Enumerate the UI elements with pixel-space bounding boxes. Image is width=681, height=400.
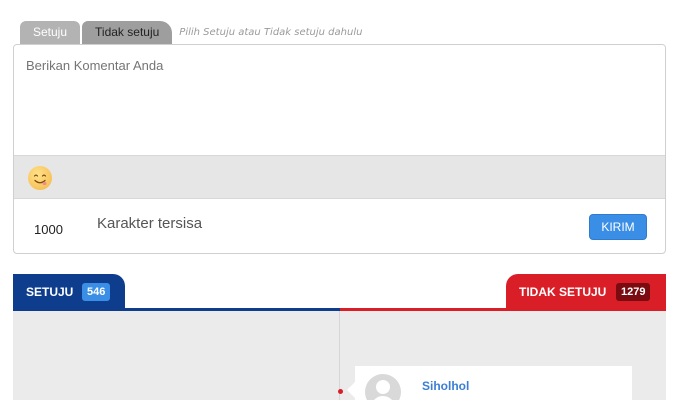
vote-tabs: SETUJU 546 TIDAK SETUJU 1279 xyxy=(13,274,666,311)
avatar-head xyxy=(376,380,390,394)
disagree-tab[interactable]: TIDAK SETUJU 1279 xyxy=(506,274,666,311)
tab-setuju[interactable]: Setuju xyxy=(20,21,81,44)
timeline-divider xyxy=(339,311,340,400)
agree-tab[interactable]: SETUJU 546 xyxy=(13,274,125,311)
avatar-body xyxy=(371,396,395,400)
comment-form: 1000 Karakter tersisa KIRIM xyxy=(13,44,666,254)
tab-tidak-setuju[interactable]: Tidak setuju xyxy=(82,21,173,44)
char-remaining-label: Karakter tersisa xyxy=(97,215,203,232)
comment-username[interactable]: Siholhol xyxy=(422,379,469,393)
smiling-face-icon[interactable] xyxy=(28,166,52,190)
discussion-area: Siholhol xyxy=(13,311,666,400)
comment-card: Siholhol xyxy=(347,366,632,400)
stance-tabs: Setuju Tidak setuju Pilih Setuju atau Ti… xyxy=(20,21,362,44)
agree-count-badge: 546 xyxy=(82,283,111,301)
timeline-dot xyxy=(338,389,343,394)
agree-tab-label: SETUJU xyxy=(26,285,74,299)
disagree-count-badge: 1279 xyxy=(616,283,651,301)
stance-hint: Pilih Setuju atau Tidak setuju dahulu xyxy=(179,27,363,38)
submit-button[interactable]: KIRIM xyxy=(589,214,647,240)
emoji-bar xyxy=(14,155,665,199)
comment-footer: 1000 Karakter tersisa KIRIM xyxy=(14,200,665,253)
disagree-tab-label: TIDAK SETUJU xyxy=(519,285,607,299)
char-count: 1000 xyxy=(34,222,63,237)
avatar[interactable] xyxy=(365,374,401,400)
comment-textarea[interactable] xyxy=(14,45,665,155)
